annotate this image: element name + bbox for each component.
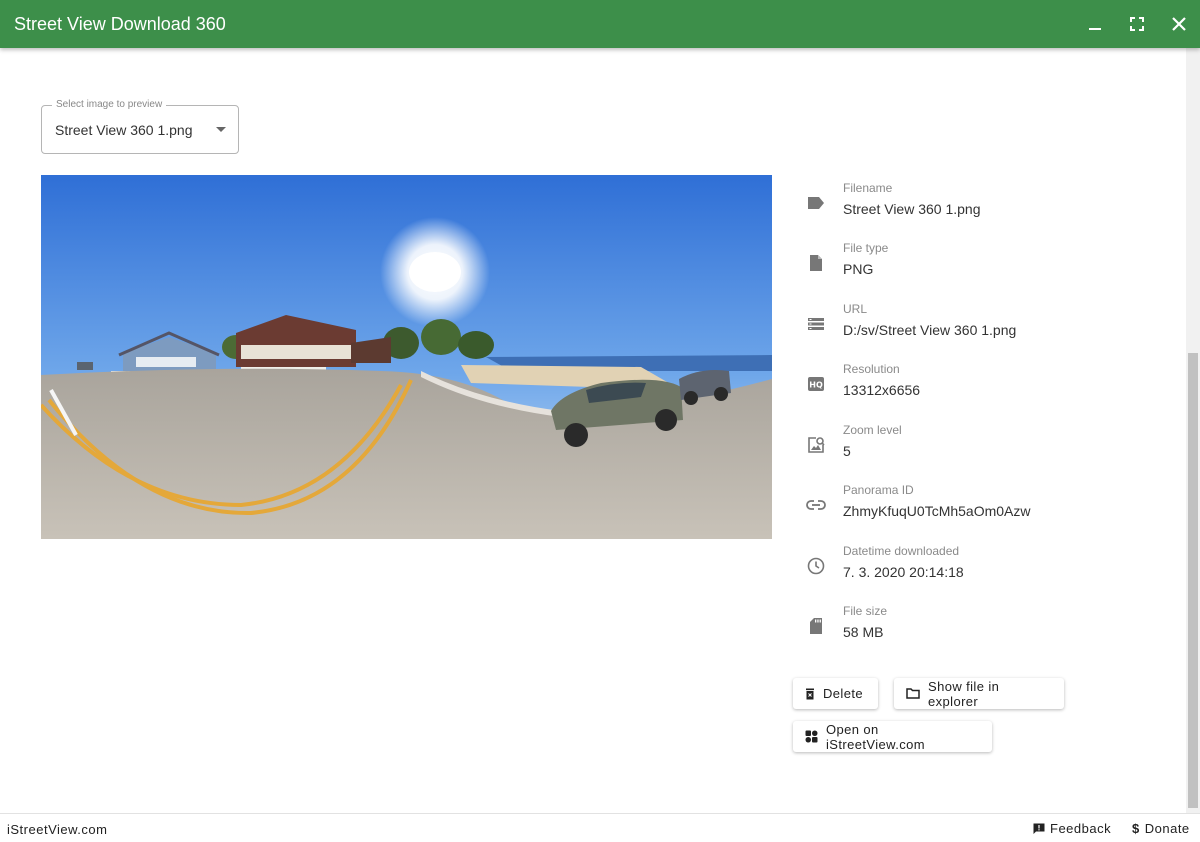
- info-resolution: HQ Resolution 13312x6656: [804, 362, 1134, 412]
- select-value: Street View 360 1.png: [55, 122, 193, 138]
- close-icon: [1172, 17, 1186, 31]
- info-panorama-id: Panorama ID ZhmyKfuqU0TcMh5aOm0Azw: [804, 483, 1134, 533]
- folder-icon: [906, 688, 920, 699]
- fullscreen-icon: [1130, 17, 1144, 31]
- info-file-size: File size 58 MB: [804, 604, 1134, 654]
- trash-icon: [805, 688, 815, 700]
- donate-label: Donate: [1144, 821, 1190, 836]
- svg-text:HQ: HQ: [809, 381, 823, 390]
- vertical-scrollbar[interactable]: [1186, 48, 1200, 813]
- open-on-istreetview-button[interactable]: Open on iStreetView.com: [793, 721, 992, 752]
- info-file-type: File type PNG: [804, 241, 1134, 291]
- select-legend: Select image to preview: [52, 99, 167, 110]
- footer: iStreetView.com Feedback $ Donate: [0, 813, 1200, 842]
- footer-site-link[interactable]: iStreetView.com: [7, 822, 107, 837]
- info-url: URL D:/sv/Street View 360 1.png: [804, 302, 1134, 352]
- tag-icon: [804, 191, 828, 215]
- close-button[interactable]: [1158, 0, 1200, 48]
- info-value: 7. 3. 2020 20:14:18: [843, 564, 964, 580]
- panorama-preview-image: [41, 175, 772, 539]
- clock-icon: [804, 554, 828, 578]
- info-label: Datetime downloaded: [843, 544, 960, 558]
- file-icon: [804, 251, 828, 275]
- window-title: Street View Download 360: [14, 13, 226, 34]
- dropdown-arrow-icon: [216, 127, 226, 132]
- info-label: File size: [843, 604, 888, 618]
- info-value: 13312x6656: [843, 382, 921, 398]
- show-in-explorer-button[interactable]: Show file in explorer: [894, 678, 1064, 709]
- feedback-label: Feedback: [1050, 821, 1112, 836]
- storage-icon: [804, 312, 828, 336]
- info-value: ZhmyKfuqU0TcMh5aOm0Azw: [843, 503, 1031, 519]
- show-in-explorer-label: Show file in explorer: [928, 678, 1000, 709]
- info-zoom-level: Zoom level 5: [804, 423, 1134, 473]
- istreetview-logo-icon: [805, 730, 818, 743]
- info-value: PNG: [843, 261, 874, 277]
- image-search-icon: [804, 433, 828, 457]
- info-label: Panorama ID: [843, 483, 914, 497]
- sd-card-icon: [804, 614, 828, 638]
- link-icon: [804, 493, 828, 517]
- info-label: Filename: [843, 181, 893, 195]
- hq-icon: HQ: [804, 372, 828, 396]
- dollar-icon: $: [1132, 821, 1140, 836]
- info-value: 5: [843, 443, 851, 459]
- info-label: URL: [843, 302, 868, 316]
- feedback-link[interactable]: Feedback: [1033, 821, 1111, 836]
- delete-button-label: Delete: [823, 686, 863, 701]
- feedback-icon: [1033, 823, 1045, 835]
- info-value: D:/sv/Street View 360 1.png: [843, 322, 1017, 338]
- delete-button[interactable]: Delete: [793, 678, 878, 709]
- scrollbar-thumb[interactable]: [1188, 353, 1198, 808]
- donate-link[interactable]: $ Donate: [1132, 821, 1190, 836]
- info-value: Street View 360 1.png: [843, 201, 981, 217]
- info-filename: Filename Street View 360 1.png: [804, 181, 1134, 231]
- title-bar: Street View Download 360: [0, 0, 1200, 48]
- info-label: File type: [843, 241, 889, 255]
- info-label: Resolution: [843, 362, 900, 376]
- maximize-button[interactable]: [1116, 0, 1158, 48]
- minimize-button[interactable]: [1074, 0, 1116, 48]
- minimize-icon: [1089, 28, 1101, 30]
- info-label: Zoom level: [843, 423, 902, 437]
- info-value: 58 MB: [843, 624, 884, 640]
- main-content: Select image to preview Street View 360 …: [0, 48, 1186, 813]
- info-datetime-downloaded: Datetime downloaded 7. 3. 2020 20:14:18: [804, 544, 1134, 594]
- preview-image-select[interactable]: Select image to preview Street View 360 …: [41, 99, 239, 154]
- open-on-istreetview-label: Open on iStreetView.com: [826, 721, 925, 752]
